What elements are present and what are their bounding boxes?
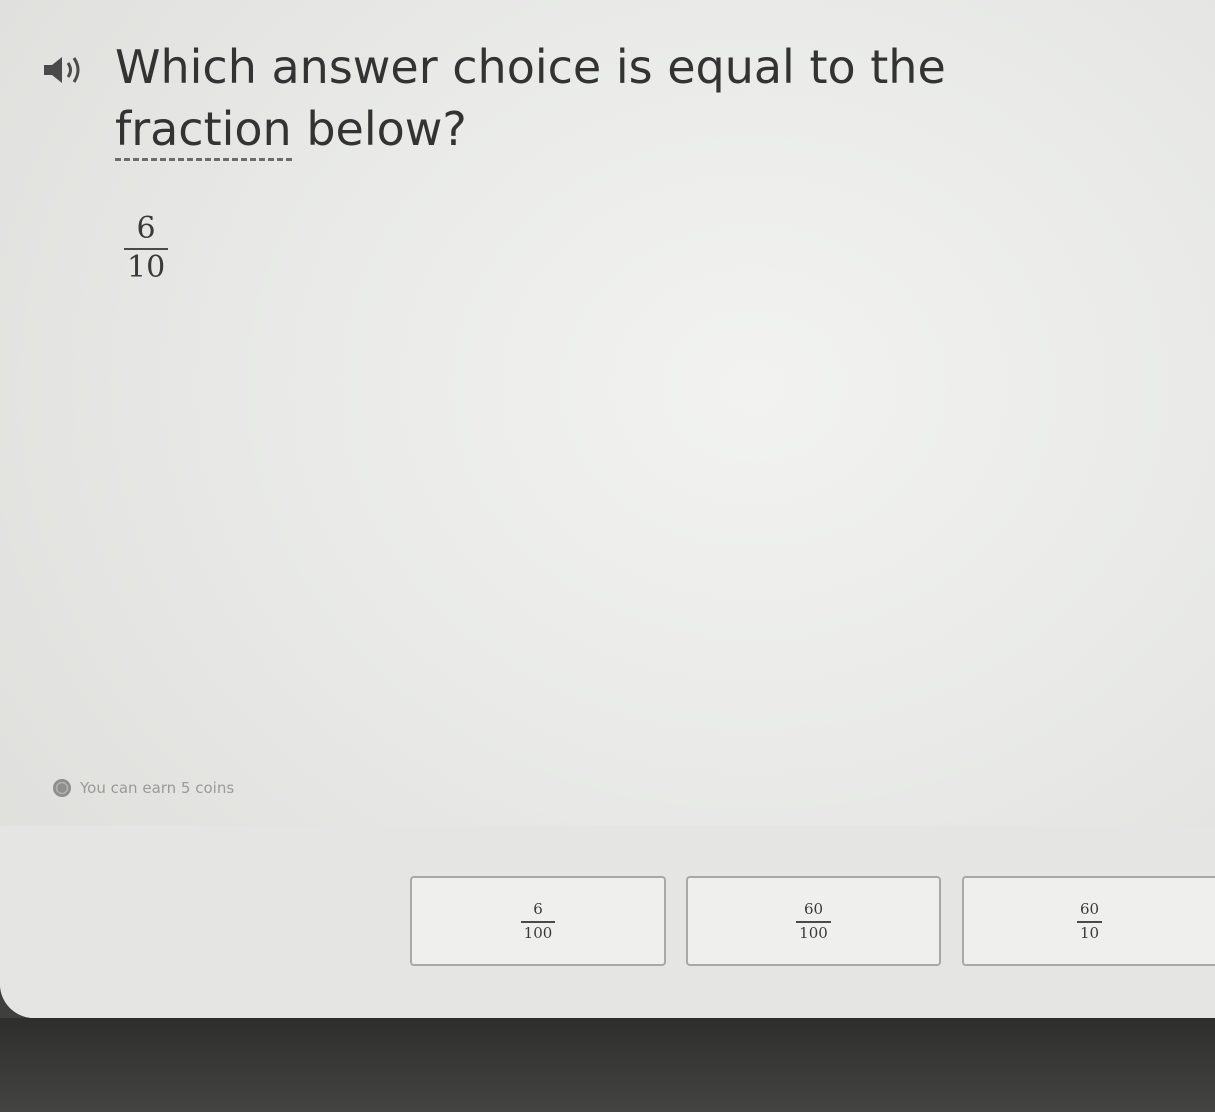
choice-fraction: 60 100 — [796, 899, 831, 942]
screen: Which answer choice is equal to the frac… — [0, 0, 1215, 1018]
choice-denominator: 100 — [523, 923, 553, 942]
question-prompt: Which answer choice is equal to the frac… — [115, 36, 1115, 161]
coins-notice: You can earn 5 coins — [52, 778, 234, 798]
choice-denominator: 100 — [799, 923, 828, 942]
question-area: Which answer choice is equal to the frac… — [0, 0, 1215, 826]
choice-numerator: 6 — [533, 899, 543, 918]
choice-denominator: 10 — [1079, 923, 1100, 942]
screen-bezel — [0, 1018, 1215, 1112]
answer-choice-2[interactable]: 60 100 — [686, 876, 941, 966]
choice-fraction: 60 10 — [1076, 899, 1103, 942]
answer-choice-1[interactable]: 6 100 — [410, 876, 666, 966]
prompt-text-after: below? — [291, 102, 467, 156]
given-numerator: 6 — [136, 211, 156, 246]
given-fraction: 6 10 — [124, 214, 168, 283]
choice-fraction: 6 100 — [520, 899, 556, 942]
answer-choices: 6 100 60 100 60 10 — [0, 826, 1215, 1018]
coins-text: You can earn 5 coins — [80, 779, 235, 797]
given-denominator: 10 — [127, 250, 166, 285]
coin-icon — [53, 779, 71, 797]
speaker-icon[interactable] — [42, 52, 86, 88]
answer-choice-3[interactable]: 60 10 — [962, 876, 1215, 966]
choice-numerator: 60 — [1079, 899, 1100, 918]
prompt-text-before: Which answer choice is equal to the — [115, 40, 946, 94]
choice-numerator: 60 — [803, 899, 824, 918]
vocab-word-fraction[interactable]: fraction — [115, 102, 292, 161]
